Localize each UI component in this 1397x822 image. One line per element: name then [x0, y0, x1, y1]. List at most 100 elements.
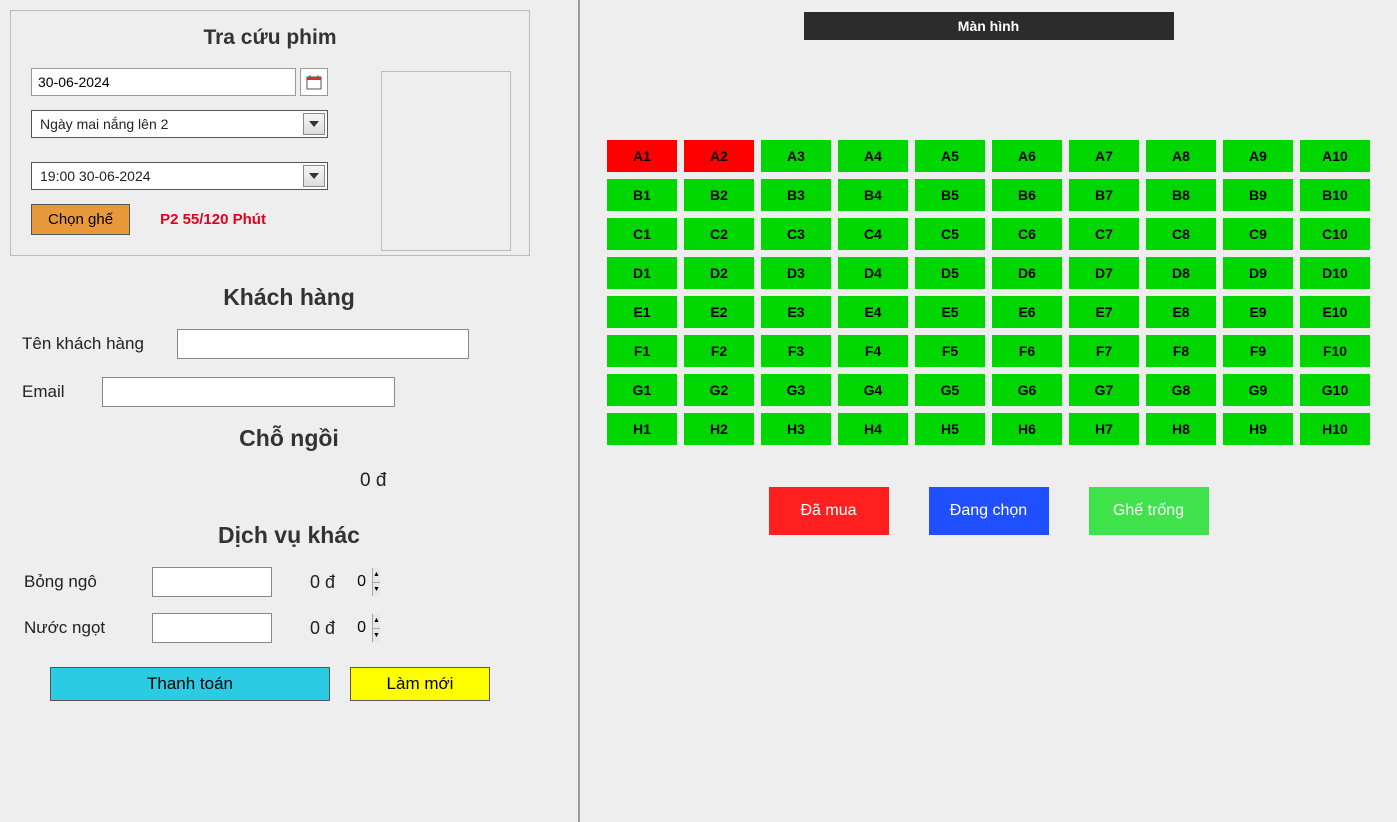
seat-G7[interactable]: G7: [1069, 374, 1139, 406]
popcorn-quantity-stepper[interactable]: ▲ ▼: [152, 567, 272, 597]
seat-C10[interactable]: C10: [1300, 218, 1370, 250]
seat-D7[interactable]: D7: [1069, 257, 1139, 289]
seat-G3[interactable]: G3: [761, 374, 831, 406]
seat-C4[interactable]: C4: [838, 218, 908, 250]
seat-C8[interactable]: C8: [1146, 218, 1216, 250]
seat-B2[interactable]: B2: [684, 179, 754, 211]
seat-E8[interactable]: E8: [1146, 296, 1216, 328]
seat-D6[interactable]: D6: [992, 257, 1062, 289]
seat-E4[interactable]: E4: [838, 296, 908, 328]
seat-A4[interactable]: A4: [838, 140, 908, 172]
seat-E7[interactable]: E7: [1069, 296, 1139, 328]
pay-button[interactable]: Thanh toán: [50, 667, 330, 701]
legend-selecting: Đang chọn: [929, 487, 1049, 535]
seat-C3[interactable]: C3: [761, 218, 831, 250]
seat-F5[interactable]: F5: [915, 335, 985, 367]
calendar-icon[interactable]: [300, 68, 328, 96]
seat-C6[interactable]: C6: [992, 218, 1062, 250]
seat-E10[interactable]: E10: [1300, 296, 1370, 328]
seat-A5[interactable]: A5: [915, 140, 985, 172]
seat-H10[interactable]: H10: [1300, 413, 1370, 445]
seat-B9[interactable]: B9: [1223, 179, 1293, 211]
seat-G1[interactable]: G1: [607, 374, 677, 406]
seat-F6[interactable]: F6: [992, 335, 1062, 367]
drink-qty-input[interactable]: [153, 614, 372, 642]
seat-B5[interactable]: B5: [915, 179, 985, 211]
seat-G10[interactable]: G10: [1300, 374, 1370, 406]
seat-G6[interactable]: G6: [992, 374, 1062, 406]
seat-E2[interactable]: E2: [684, 296, 754, 328]
seat-C2[interactable]: C2: [684, 218, 754, 250]
drink-qty-up[interactable]: ▲: [373, 614, 380, 629]
seat-C9[interactable]: C9: [1223, 218, 1293, 250]
seat-A2[interactable]: A2: [684, 140, 754, 172]
seat-B3[interactable]: B3: [761, 179, 831, 211]
customer-email-input[interactable]: [102, 377, 395, 407]
seat-B6[interactable]: B6: [992, 179, 1062, 211]
seat-E3[interactable]: E3: [761, 296, 831, 328]
seat-D8[interactable]: D8: [1146, 257, 1216, 289]
drink-label: Nước ngọt: [24, 618, 152, 638]
reset-button[interactable]: Làm mới: [350, 667, 490, 701]
drink-qty-down[interactable]: ▼: [373, 629, 380, 643]
seat-H1[interactable]: H1: [607, 413, 677, 445]
seat-F10[interactable]: F10: [1300, 335, 1370, 367]
seat-E9[interactable]: E9: [1223, 296, 1293, 328]
seat-A6[interactable]: A6: [992, 140, 1062, 172]
seat-G9[interactable]: G9: [1223, 374, 1293, 406]
seat-D9[interactable]: D9: [1223, 257, 1293, 289]
seat-D10[interactable]: D10: [1300, 257, 1370, 289]
seat-A10[interactable]: A10: [1300, 140, 1370, 172]
seat-D2[interactable]: D2: [684, 257, 754, 289]
seat-F9[interactable]: F9: [1223, 335, 1293, 367]
seat-A1[interactable]: A1: [607, 140, 677, 172]
seat-B10[interactable]: B10: [1300, 179, 1370, 211]
seat-H4[interactable]: H4: [838, 413, 908, 445]
seat-H7[interactable]: H7: [1069, 413, 1139, 445]
seat-C7[interactable]: C7: [1069, 218, 1139, 250]
seat-D1[interactable]: D1: [607, 257, 677, 289]
seat-B8[interactable]: B8: [1146, 179, 1216, 211]
seat-D4[interactable]: D4: [838, 257, 908, 289]
seat-G2[interactable]: G2: [684, 374, 754, 406]
customer-name-input[interactable]: [177, 329, 469, 359]
date-input[interactable]: [31, 68, 296, 96]
seat-F3[interactable]: F3: [761, 335, 831, 367]
seat-H9[interactable]: H9: [1223, 413, 1293, 445]
seat-E1[interactable]: E1: [607, 296, 677, 328]
seat-B7[interactable]: B7: [1069, 179, 1139, 211]
seat-H8[interactable]: H8: [1146, 413, 1216, 445]
seat-F8[interactable]: F8: [1146, 335, 1216, 367]
seat-H3[interactable]: H3: [761, 413, 831, 445]
popcorn-qty-down[interactable]: ▼: [373, 583, 380, 597]
choose-seat-button[interactable]: Chọn ghế: [31, 204, 130, 235]
seat-D5[interactable]: D5: [915, 257, 985, 289]
seat-F1[interactable]: F1: [607, 335, 677, 367]
seat-C1[interactable]: C1: [607, 218, 677, 250]
seat-E6[interactable]: E6: [992, 296, 1062, 328]
seat-H5[interactable]: H5: [915, 413, 985, 445]
drink-quantity-stepper[interactable]: ▲ ▼: [152, 613, 272, 643]
popcorn-qty-up[interactable]: ▲: [373, 568, 380, 583]
showtime-select[interactable]: 19:00 30-06-2024: [31, 162, 328, 190]
seat-B4[interactable]: B4: [838, 179, 908, 211]
seat-A3[interactable]: A3: [761, 140, 831, 172]
seat-G8[interactable]: G8: [1146, 374, 1216, 406]
seat-G5[interactable]: G5: [915, 374, 985, 406]
seat-F4[interactable]: F4: [838, 335, 908, 367]
seat-B1[interactable]: B1: [607, 179, 677, 211]
seat-A7[interactable]: A7: [1069, 140, 1139, 172]
popcorn-qty-input[interactable]: [153, 568, 372, 596]
seat-A8[interactable]: A8: [1146, 140, 1216, 172]
seat-H2[interactable]: H2: [684, 413, 754, 445]
seat-F2[interactable]: F2: [684, 335, 754, 367]
seat-F7[interactable]: F7: [1069, 335, 1139, 367]
seat-E5[interactable]: E5: [915, 296, 985, 328]
seat-C5[interactable]: C5: [915, 218, 985, 250]
seat-D3[interactable]: D3: [761, 257, 831, 289]
seat-G4[interactable]: G4: [838, 374, 908, 406]
movie-select-value: Ngày mai nắng lên 2: [40, 116, 168, 132]
movie-select[interactable]: Ngày mai nắng lên 2: [31, 110, 328, 138]
seat-H6[interactable]: H6: [992, 413, 1062, 445]
seat-A9[interactable]: A9: [1223, 140, 1293, 172]
